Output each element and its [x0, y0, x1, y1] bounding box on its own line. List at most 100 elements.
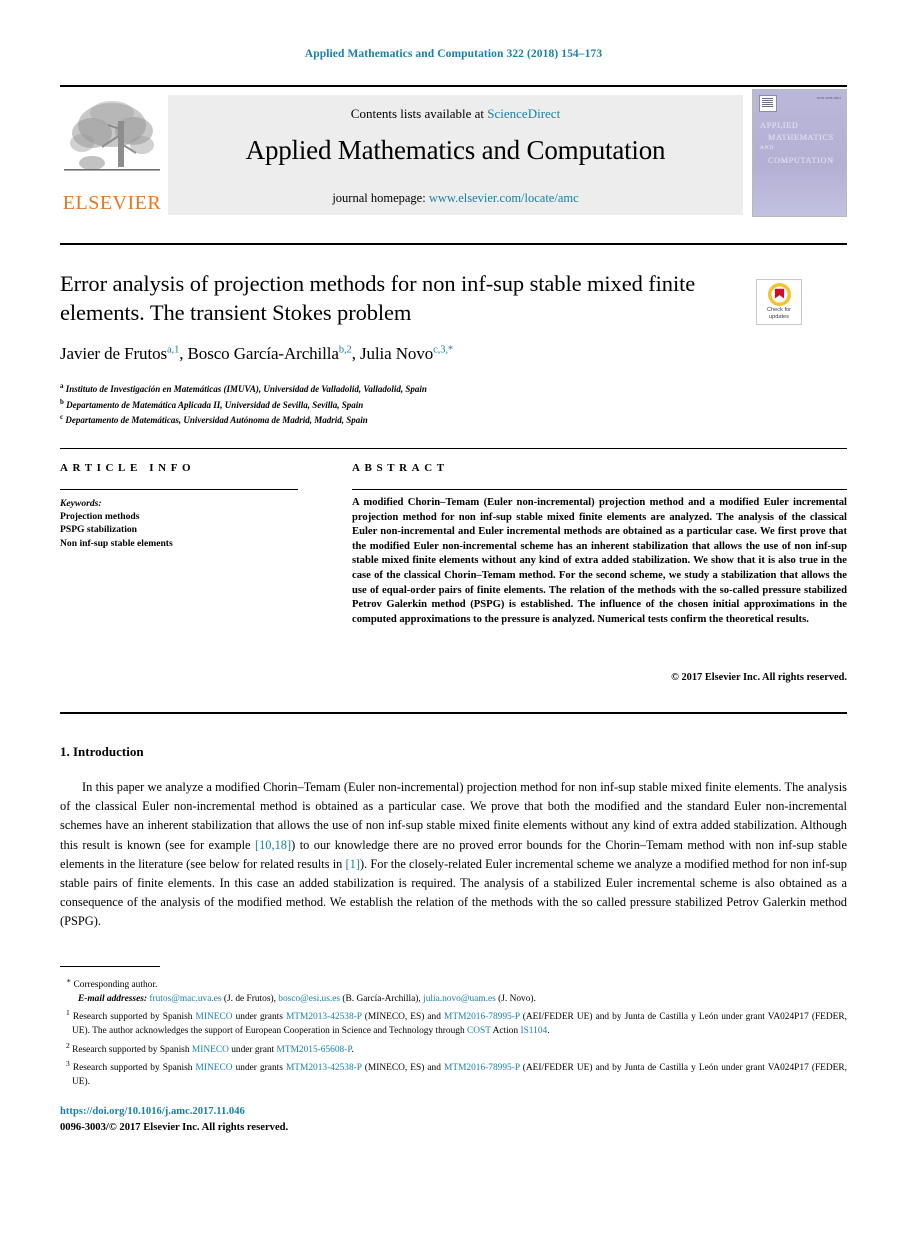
affiliation-item: c Departamento de Matemáticas, Universid…: [60, 413, 368, 426]
title-top-rule: [60, 243, 847, 245]
abstract-copyright: © 2017 Elsevier Inc. All rights reserved…: [671, 672, 847, 683]
elsevier-wordmark: ELSEVIER: [62, 192, 162, 214]
crossmark-line-1: Check for: [767, 307, 791, 313]
fn1-t6: .: [547, 1026, 550, 1037]
footnote-corresponding-author: ∗ Corresponding author.: [60, 974, 847, 993]
fn1-t2: under grants: [232, 1012, 286, 1023]
email-owner-frutos: (J. de Frutos),: [223, 993, 276, 1004]
introduction-body: In this paper we analyze a modified Chor…: [60, 778, 847, 932]
email-link-bosco[interactable]: bosco@esi.us.es: [278, 994, 340, 1004]
keyword-item: PSPG stabilization: [60, 524, 138, 536]
fn1-action-link[interactable]: IS1104: [520, 1026, 547, 1036]
info-underline-rule: [60, 489, 298, 490]
email-link-julia[interactable]: julia.novo@uam.es: [423, 994, 496, 1004]
homepage-prefix: journal homepage:: [332, 191, 429, 205]
elsevier-tree-icon: [64, 101, 160, 171]
footnote-1: 1 Research supported by Spanish MINECO u…: [60, 1006, 847, 1038]
cover-issn-text: ISSN 0096-3003: [816, 96, 841, 100]
article-title: Error analysis of projection methods for…: [60, 271, 696, 325]
introduction-paragraph: In this paper we analyze a modified Chor…: [60, 778, 847, 932]
fn1-cost-link[interactable]: COST: [467, 1026, 491, 1036]
elsevier-logo: ELSEVIER: [62, 95, 162, 215]
abstract-paragraph: A modified Chorin–Temam (Euler non-incre…: [352, 497, 847, 625]
fn3-t3: (MINECO, ES) and: [361, 1063, 444, 1074]
footnotes-block: ∗ Corresponding author. E-mail addresses…: [60, 974, 847, 1090]
keywords-block: Keywords: Projection methods PSPG stabil…: [60, 497, 310, 550]
fn1-grant-link-1[interactable]: MTM2013-42538-P: [286, 1012, 362, 1022]
cover-line-4: COMPUTATION: [768, 155, 834, 165]
email-owner-julia: (J. Novo).: [498, 993, 536, 1004]
keyword-item: Projection methods: [60, 511, 140, 523]
cover-elsevier-mark-icon: [759, 95, 777, 112]
corresponding-author-text: Corresponding author.: [73, 980, 158, 991]
issn-copyright-line: 0096-3003/© 2017 Elsevier Inc. All right…: [60, 1122, 289, 1133]
article-info-heading: ARTICLE INFO: [60, 462, 196, 474]
fn2-t1: Research supported by Spanish: [72, 1044, 192, 1055]
running-head: Applied Mathematics and Computation 322 …: [304, 48, 603, 60]
doi-link[interactable]: https://doi.org/10.1016/j.amc.2017.11.04…: [60, 1106, 245, 1117]
journal-article-page: Applied Mathematics and Computation 3 22 …: [0, 0, 907, 1238]
abstract-underline-rule: [352, 489, 847, 490]
crossmark-label: Check for updates: [757, 307, 801, 320]
footnote-mark-1: 1: [66, 1008, 70, 1018]
fn2-t2: under grant: [228, 1044, 277, 1055]
body-top-rule: [60, 712, 847, 714]
footnote-3: 3 Research supported by Spanish MINECO u…: [60, 1057, 847, 1089]
journal-homepage-line: journal homepage: www.elsevier.com/locat…: [168, 191, 743, 206]
cover-journal-title: APPLIED MATHEMATICS AND COMPUTATION: [760, 120, 842, 166]
fn1-t5: Action: [490, 1026, 521, 1037]
affiliation-item: b Departamento de Matemática Aplicada II…: [60, 397, 364, 410]
fn1-agency-link[interactable]: MINECO: [196, 1012, 233, 1022]
affiliation-item: a Instituto de Investigación en Matemáti…: [60, 382, 427, 394]
cover-line-2: MATHEMATICS: [768, 132, 834, 142]
cover-line-3: AND: [760, 145, 775, 151]
masthead-top-rule: [60, 85, 847, 87]
fn2-t3: .: [351, 1044, 354, 1055]
affiliation-list: a Instituto de Investigación en Matemáti…: [60, 380, 760, 427]
contents-available-line: Contents lists available at ScienceDirec…: [168, 106, 743, 122]
fn3-agency-link[interactable]: MINECO: [196, 1063, 233, 1073]
footnote-mark-3: 3: [66, 1059, 70, 1069]
fn2-grant-link-1[interactable]: MTM2015-65608-P: [277, 1045, 352, 1055]
journal-masthead: ELSEVIER Contents lists available at Sci…: [60, 85, 847, 220]
citation-link-1[interactable]: [1]: [346, 857, 360, 871]
affiliation-mark: c: [60, 413, 64, 422]
journal-homepage-link[interactable]: www.elsevier.com/locate/amc: [429, 191, 579, 205]
fn3-t2: under grants: [232, 1063, 286, 1074]
email-label: E-mail addresses:: [78, 993, 148, 1004]
crossmark-icon: [767, 283, 791, 306]
crossmark-line-2: updates: [769, 313, 789, 320]
fn1-t3: (MINECO, ES) and: [361, 1012, 444, 1023]
contents-prefix: Contents lists available at: [350, 106, 488, 121]
sciencedirect-link[interactable]: ScienceDirect: [487, 106, 560, 121]
info-top-rule: [60, 448, 847, 449]
email-owner-bosco: (B. García-Archilla),: [342, 993, 421, 1004]
fn1-t1: Research supported by Spanish: [72, 1012, 196, 1023]
journal-cover-thumbnail: ISSN 0096-3003 APPLIED MATHEMATICS AND C…: [752, 89, 847, 217]
email-link-frutos[interactable]: frutos@mac.uva.es: [149, 994, 221, 1004]
fn2-agency-link[interactable]: MINECO: [192, 1045, 229, 1055]
abstract-body: A modified Chorin–Temam (Euler non-incre…: [352, 496, 847, 627]
keyword-item: Non inf-sup stable elements: [60, 537, 173, 549]
contents-box: Contents lists available at ScienceDirec…: [168, 95, 743, 215]
section-heading-introduction: 1. Introduction: [60, 744, 144, 759]
fn3-grant-link-2[interactable]: MTM2016-78995-P: [444, 1063, 520, 1073]
footnote-mark-asterisk: ∗: [66, 976, 72, 985]
footnote-2: 2 Research supported by Spanish MINECO u…: [60, 1039, 847, 1058]
keywords-label: Keywords:: [60, 498, 102, 509]
affiliation-mark: a: [60, 382, 64, 390]
fn1-grant-link-2[interactable]: MTM2016-78995-P: [444, 1012, 520, 1022]
crossmark-badge[interactable]: Check for updates: [756, 279, 802, 325]
cover-line-1: APPLIED: [760, 121, 799, 130]
footnote-emails: E-mail addresses: frutos@mac.uva.es (J. …: [60, 993, 847, 1007]
author-list: Javier de Frutosa,1, Bosco García-Archil…: [60, 344, 454, 363]
footnote-rule: [60, 966, 160, 967]
abstract-heading: ABSTRACT: [352, 462, 449, 474]
fn3-grant-link-1[interactable]: MTM2013-42538-P: [286, 1063, 362, 1073]
citation-link-10-18[interactable]: [10,18]: [255, 838, 291, 852]
journal-title: Applied Mathematics and Computation: [245, 135, 666, 165]
affiliation-mark: b: [60, 397, 64, 406]
fn3-t1: Research supported by Spanish: [72, 1063, 196, 1074]
cover-background: ISSN 0096-3003 APPLIED MATHEMATICS AND C…: [753, 90, 846, 216]
footnote-mark-2: 2: [66, 1040, 70, 1050]
